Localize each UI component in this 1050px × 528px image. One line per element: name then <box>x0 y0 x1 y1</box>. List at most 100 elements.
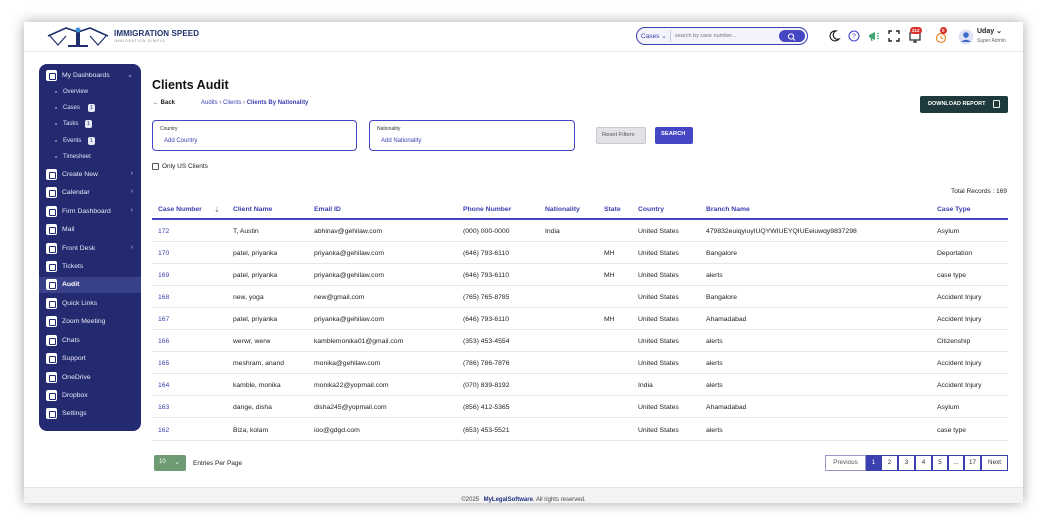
country-filter[interactable]: Country Add Country <box>152 120 357 151</box>
sidebar-item-tickets[interactable]: Tickets <box>39 259 141 275</box>
sidebar-item-label: Front Desk <box>62 245 96 252</box>
client-name-cell: T, Austin <box>233 228 259 235</box>
case-number-link[interactable]: 162 <box>158 427 169 434</box>
case-number-link[interactable]: 169 <box>158 272 169 279</box>
case-number-link[interactable]: 164 <box>158 382 169 389</box>
headset-icon <box>46 353 57 364</box>
sidebar-item-dropbox[interactable]: Dropbox <box>39 388 141 404</box>
next-page-button[interactable]: Next <box>981 455 1008 471</box>
sidebar-subitem-events[interactable]: Events 1 <box>39 135 141 149</box>
column-header-nationality[interactable]: Nationality <box>545 206 580 213</box>
table-row: 164 kamble, monika monika22@yopmail.com … <box>152 374 1008 396</box>
column-header-case-type[interactable]: Case Type <box>937 206 971 213</box>
page-button-5[interactable]: 5 <box>932 455 948 471</box>
client-name-cell: Biza, kolam <box>233 427 269 434</box>
branch-cell: Bangalore <box>706 294 737 301</box>
sidebar-item-zoom-meeting[interactable]: Zoom Meeting <box>39 314 141 330</box>
page-button-3[interactable]: 3 <box>898 455 915 471</box>
help-icon[interactable]: ? <box>847 29 861 43</box>
sidebar-item-front-desk[interactable]: Front Desk › <box>39 241 141 257</box>
bullet-icon <box>55 123 57 125</box>
logo-subtext: IMMIGRATION SIMPLE <box>114 39 166 43</box>
nationality-value: Add Nationality <box>381 138 422 144</box>
table-row: 162 Biza, kolam ioo@gdgd.com (653) 453-5… <box>152 419 1008 441</box>
column-header-branch[interactable]: Branch Name <box>706 206 750 213</box>
megaphone-icon[interactable] <box>867 29 881 43</box>
column-header-client-name[interactable]: Client Name <box>233 206 272 213</box>
phone-cell: (070) 839-8192 <box>463 382 510 389</box>
search-scope-select[interactable]: Cases ⌄ <box>641 32 667 40</box>
case-type-cell: case type <box>937 272 967 279</box>
sidebar-item-quick-links[interactable]: Quick Links <box>39 296 141 312</box>
search-submit-button[interactable]: SEARCH <box>655 127 693 144</box>
column-header-case-number[interactable]: Case Number <box>158 206 202 213</box>
entries-per-page-select[interactable]: 10 ⌄ <box>154 455 186 471</box>
country-cell: United States <box>638 250 679 257</box>
column-header-phone[interactable]: Phone Number <box>463 206 511 213</box>
breadcrumb-audits[interactable]: Audits <box>201 100 218 106</box>
sidebar-item-onedrive[interactable]: OneDrive <box>39 370 141 386</box>
sidebar-item-firm-dashboard[interactable]: Firm Dashboard › <box>39 204 141 220</box>
logo-text: IMMIGRATION SPEED <box>114 29 200 38</box>
link-icon <box>46 298 57 309</box>
branch-cell: alerts <box>706 360 723 367</box>
arrow-left-icon: ← <box>153 100 159 106</box>
app-logo[interactable]: IMMIGRATION SPEED IMMIGRATION SIMPLE <box>46 26 200 48</box>
country-value: Add Country <box>164 138 198 144</box>
table-row: 168 new, yoga new@gmail.com (765) 765-87… <box>152 286 1008 308</box>
sidebar-item-mail[interactable]: Mail <box>39 222 141 238</box>
sidebar-item-calendar[interactable]: Calendar › <box>39 185 141 201</box>
chevron-right-icon: › <box>130 207 133 214</box>
reset-filters-button[interactable]: Reset Filters <box>596 127 646 144</box>
column-header-country[interactable]: Country <box>638 206 664 213</box>
page-button-2[interactable]: 2 <box>881 455 898 471</box>
breadcrumb: Audits › Clients › Clients By Nationalit… <box>201 100 309 106</box>
fullscreen-icon[interactable] <box>887 29 901 43</box>
case-number-link[interactable]: 168 <box>158 294 169 301</box>
column-header-state[interactable]: State <box>604 206 621 213</box>
table-row: 169 patel, priyanka priyanka@gehilaw.com… <box>152 264 1008 286</box>
sidebar-item-settings[interactable]: Settings <box>39 406 141 422</box>
country-cell: United States <box>638 228 679 235</box>
notifications-button[interactable]: 212 <box>907 27 923 45</box>
sidebar-subitem-timesheet[interactable]: Timesheet <box>39 151 141 165</box>
search-input[interactable] <box>675 30 775 42</box>
sidebar-item-audit[interactable]: Audit <box>39 277 141 293</box>
breadcrumb-clients[interactable]: Clients <box>223 100 241 106</box>
sort-icon[interactable]: ⇣ <box>214 206 220 214</box>
case-number-link[interactable]: 166 <box>158 338 169 345</box>
sidebar-item-my-dashboards[interactable]: My Dashboards ⌄ <box>39 68 141 84</box>
chevron-right-icon: › <box>130 188 133 195</box>
previous-page-button[interactable]: Previous <box>825 455 866 471</box>
footer-rights: . All rights reserved. <box>532 497 586 503</box>
sidebar-item-support[interactable]: Support <box>39 351 141 367</box>
sidebar-item-chats[interactable]: Chats <box>39 333 141 349</box>
page-button-1[interactable]: 1 <box>866 455 881 471</box>
sidebar-subitem-label: Events <box>63 138 82 144</box>
sidebar-subitem-tasks[interactable]: Tasks 1 <box>39 118 141 132</box>
sidebar-item-create-new[interactable]: Create New › <box>39 167 141 183</box>
back-link[interactable]: ← Back <box>153 100 175 106</box>
case-number-link[interactable]: 172 <box>158 228 169 235</box>
sidebar-subitem-overview[interactable]: Overview <box>39 86 141 100</box>
only-us-clients-checkbox[interactable] <box>152 163 159 170</box>
page-button-4[interactable]: 4 <box>915 455 932 471</box>
sidebar-item-label: Mail <box>62 226 75 233</box>
sidebar-subitem-cases[interactable]: Cases 1 <box>39 102 141 116</box>
nationality-cell: India <box>545 228 560 235</box>
case-number-link[interactable]: 163 <box>158 404 169 411</box>
export-icon <box>993 100 1000 108</box>
case-number-link[interactable]: 165 <box>158 360 169 367</box>
column-header-email[interactable]: Email ID <box>314 206 341 213</box>
download-report-button[interactable]: DOWNLOAD REPORT <box>920 96 1008 113</box>
sidebar-item-label: Chats <box>62 337 80 344</box>
search-button[interactable] <box>779 30 805 42</box>
nationality-filter[interactable]: Nationality Add Nationality <box>369 120 575 151</box>
case-number-link[interactable]: 167 <box>158 316 169 323</box>
page-button-17[interactable]: 17 <box>964 455 981 471</box>
chevron-down-icon: ⌄ <box>127 72 133 79</box>
moon-icon[interactable] <box>827 29 841 43</box>
case-number-link[interactable]: 170 <box>158 250 169 257</box>
footer-brand-link[interactable]: MyLegalSoftware <box>484 497 533 503</box>
alerts-button[interactable]: 0 <box>934 27 948 45</box>
